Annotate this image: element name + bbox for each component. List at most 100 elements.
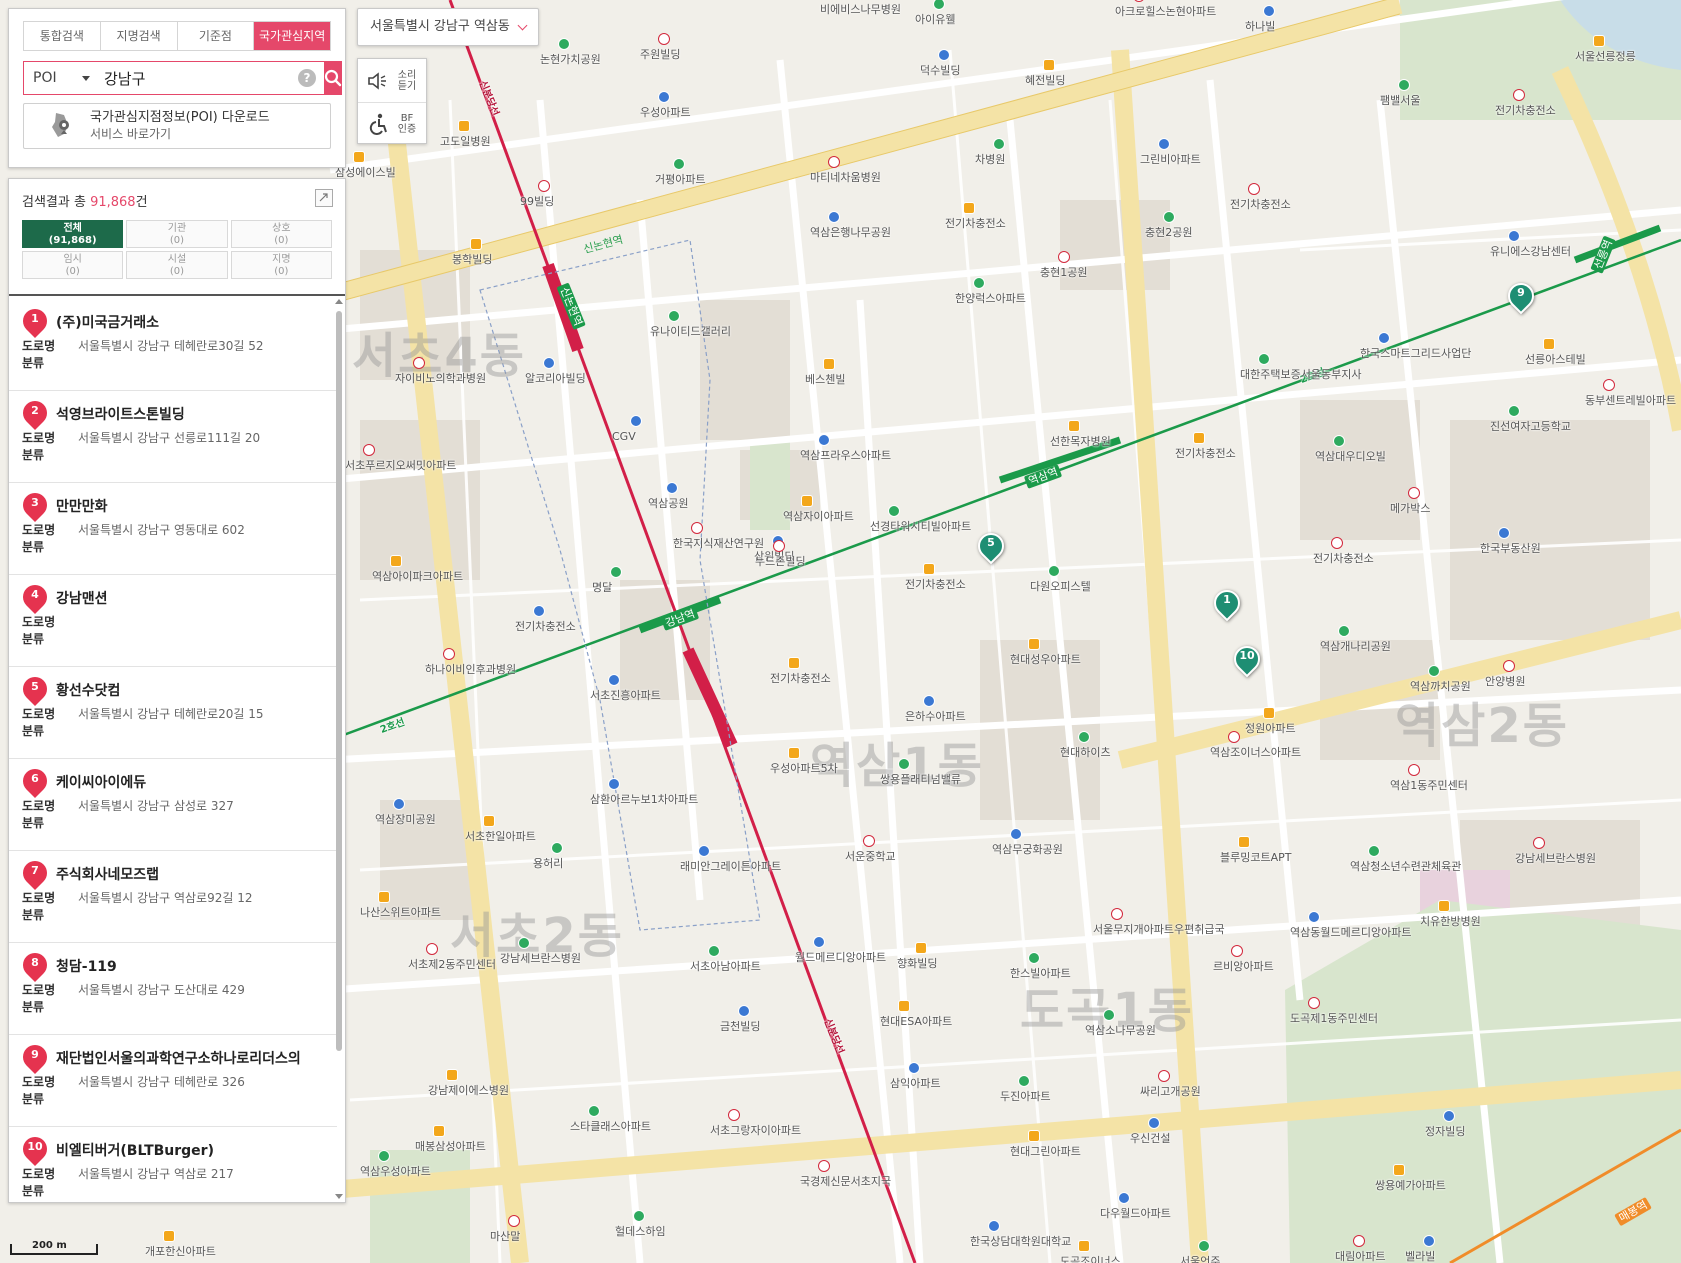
poi-marker-icon[interactable] [538,180,550,192]
place-label[interactable]: 하나빌 [1245,20,1275,33]
place-label[interactable]: 하나이비인후과병원 [425,663,516,676]
place-label[interactable]: 아이유웰 [915,13,955,26]
place-label[interactable]: 한국지식재산연구원 [673,537,764,550]
bf-certification-button[interactable]: BF 인증 [358,102,426,145]
place-label[interactable]: 역삼소나무공원 [1085,1024,1156,1037]
poi-marker-icon[interactable] [1508,230,1520,242]
tab-national-interest-area[interactable]: 국가관심지역 [254,22,330,50]
poi-marker-icon[interactable] [1533,837,1545,849]
result-name[interactable]: 케이씨아이에듀 [56,772,324,792]
poi-marker-icon[interactable] [1048,565,1060,577]
poi-marker-icon[interactable] [163,1230,175,1242]
poi-marker-icon[interactable] [558,38,570,50]
result-item[interactable]: 5 황선수닷컴 도로명 서울특별시 강남구 테헤란로20길 15 분류 [9,667,337,759]
place-label[interactable]: 도곡제1동주민센터 [1290,1012,1378,1025]
result-item[interactable]: 8 청담-119 도로명 서울특별시 강남구 도산대로 429 분류 [9,943,337,1035]
place-label[interactable]: 대림아파트 [1335,1250,1386,1263]
poi-marker-icon[interactable] [1078,1240,1090,1252]
poi-marker-icon[interactable] [1028,1130,1040,1142]
poi-marker-icon[interactable] [1503,660,1515,672]
place-label[interactable]: 전기차충전소 [1495,104,1556,117]
place-label[interactable]: 서초그랑자이아파트 [710,1124,801,1137]
place-label[interactable]: 메가박스 [1390,502,1430,515]
poi-marker-icon[interactable] [1603,379,1615,391]
poi-marker-icon[interactable] [1408,487,1420,499]
place-label[interactable]: 그린비아파트 [1140,153,1201,166]
poi-marker-icon[interactable] [973,277,985,289]
poi-marker-icon[interactable] [633,1210,645,1222]
poi-marker-icon[interactable] [888,505,900,517]
poi-marker-icon[interactable] [1043,59,1055,71]
place-label[interactable]: 두진아파트 [1000,1090,1051,1103]
poi-marker-icon[interactable] [1231,945,1243,957]
place-label[interactable]: 99빌딩 [520,195,554,208]
poi-marker-icon[interactable] [1258,353,1270,365]
poi-marker-icon[interactable] [1428,665,1440,677]
place-label[interactable]: 매봉삼성아파트 [415,1140,486,1153]
listen-button[interactable]: 소리 듣기 [358,59,426,102]
place-label[interactable]: 싸리고개공원 [1140,1085,1201,1098]
poi-marker-icon[interactable] [543,357,555,369]
place-label[interactable]: 서운중학교 [845,850,896,863]
place-label[interactable]: 서초푸르지오써밋아파트 [345,459,456,472]
scroll-up-icon[interactable] [335,299,343,304]
place-label[interactable]: 현대성우아파트 [1010,653,1081,666]
place-label[interactable]: 충현2공원 [1145,226,1192,239]
place-label[interactable]: 한국부동산원 [1480,542,1541,555]
place-label[interactable]: 전기차충전소 [1175,447,1236,460]
expand-icon[interactable] [315,189,333,207]
filter-temporary[interactable]: 임시 (0) [22,251,124,279]
place-label[interactable]: 향화빌딩 [897,957,937,970]
place-label[interactable]: 역삼청소년수련관체육관 [1350,860,1461,873]
poi-marker-icon[interactable] [1393,1164,1405,1176]
poi-marker-icon[interactable] [1513,89,1525,101]
poi-marker-icon[interactable] [708,945,720,957]
poi-marker-icon[interactable] [1408,764,1420,776]
help-icon[interactable]: ? [298,69,316,87]
place-label[interactable]: 역삼우성아파트 [360,1165,431,1178]
filter-business[interactable]: 상호 (0) [230,220,332,248]
place-label[interactable]: 용허리 [533,857,563,870]
poi-marker-icon[interactable] [1333,435,1345,447]
place-label[interactable]: 주원빌딩 [640,48,680,61]
filter-agency[interactable]: 기관 (0) [126,220,228,248]
place-label[interactable]: 누드존빌딩 [755,555,806,568]
place-label[interactable]: 자이비노의학과병원 [395,372,486,385]
place-label[interactable]: 덕수빌딩 [920,64,960,77]
place-label[interactable]: 진선여자고등학교 [1490,420,1571,433]
poi-marker-icon[interactable] [1438,900,1450,912]
place-label[interactable]: 정자빌딩 [1425,1125,1465,1138]
place-label[interactable]: 월드메르디앙아파트 [795,951,886,964]
place-label[interactable]: 국경제신문서초지국 [800,1175,891,1188]
place-label[interactable]: 다원오피스텔 [1030,580,1091,593]
poi-marker-icon[interactable] [630,415,642,427]
poi-marker-icon[interactable] [1010,828,1022,840]
poi-marker-icon[interactable] [1193,432,1205,444]
poi-marker-icon[interactable] [863,835,875,847]
poi-marker-icon[interactable] [788,747,800,759]
place-label[interactable]: 아크로힐스논현아파트 [1115,5,1216,18]
poi-marker-icon[interactable] [658,33,670,45]
place-label[interactable]: 논현가치공원 [540,53,601,66]
poi-marker-icon[interactable] [898,758,910,770]
result-item[interactable]: 4 강남맨션 도로명 분류 [9,575,337,667]
place-label[interactable]: 벨라빌 [1405,1250,1435,1263]
place-label[interactable]: 전기차충전소 [945,217,1006,230]
poi-marker-icon[interactable] [1078,731,1090,743]
poi-marker-icon[interactable] [1308,997,1320,1009]
filter-facility[interactable]: 시설 (0) [126,251,228,279]
place-label[interactable]: 차병원 [975,153,1005,166]
poi-marker-icon[interactable] [923,695,935,707]
place-label[interactable]: 유나이티드갤러리 [650,325,731,338]
filter-all[interactable]: 전체 (91,868) [22,220,124,248]
place-label[interactable]: 거평아파트 [655,173,706,186]
poi-marker-icon[interactable] [788,657,800,669]
poi-marker-icon[interactable] [691,522,703,534]
place-label[interactable]: 정원아파트 [1245,722,1296,735]
result-name[interactable]: 주식회사네모즈랩 [56,864,324,884]
place-label[interactable]: 마티네차움병원 [810,171,881,184]
scroll-thumb[interactable] [336,311,342,1051]
poi-marker-icon[interactable] [1543,338,1555,350]
result-list[interactable]: 1 (주)미국금거래소 도로명 서울특별시 강남구 테헤란로30길 52 분류 2 석영브라… [9,299,337,1199]
place-label[interactable]: 나산스위트아파트 [360,906,441,919]
